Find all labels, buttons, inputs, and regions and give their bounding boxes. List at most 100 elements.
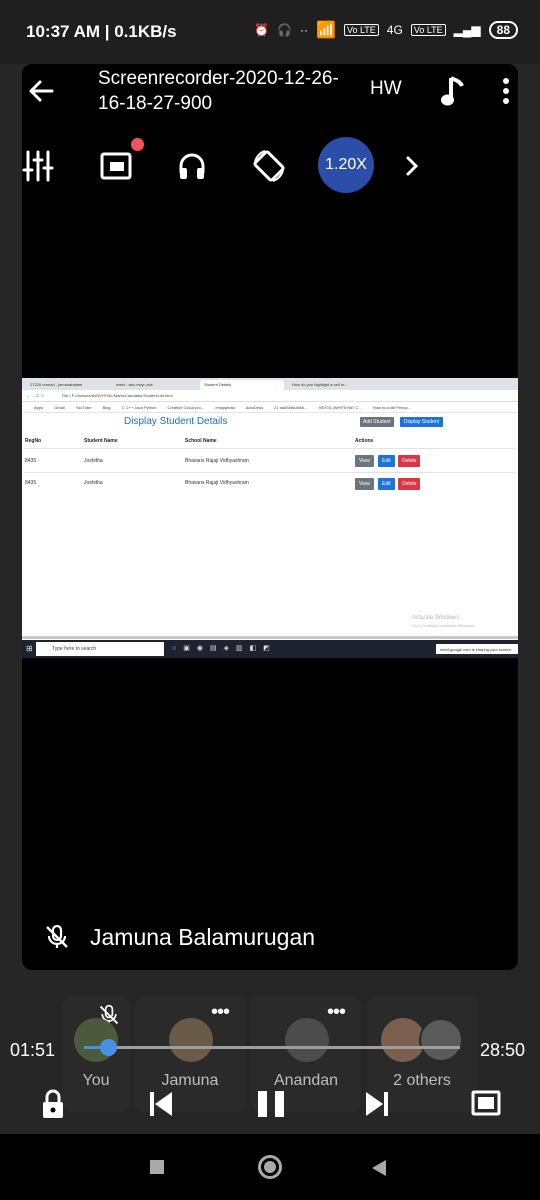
participant-name: Anandan: [273, 1072, 339, 1089]
hw-decoder-toggle[interactable]: HW: [370, 78, 402, 100]
bookmark-list: Apps Gmail YouTube Blog C C++ Java Pytho…: [34, 405, 421, 410]
taskbar-app-icons: ○▣◉▤◈▥◧◩: [172, 645, 277, 652]
participant-name: Jamuna: [161, 1072, 219, 1089]
screen-rotation-icon: [253, 150, 285, 182]
bookmark-item: Blog: [102, 405, 111, 410]
recents-icon[interactable]: [150, 1160, 164, 1174]
headphones-icon: [179, 153, 205, 179]
skip-next-icon[interactable]: [364, 1090, 390, 1118]
headset-icon: 🎧: [277, 23, 293, 37]
bookmark-item: How to code Penup...: [372, 405, 412, 410]
status-icons: ⏰ 🎧 ·· 📶 Vo LTE 4G Vo LTE ▂▄▆ 88: [254, 20, 518, 40]
picture-in-picture-icon: [100, 152, 132, 180]
speaker-name: Jamuna Balamurugan: [90, 924, 316, 950]
bookmark-item: Gmail: [54, 405, 65, 410]
rotate-screen-button[interactable]: [241, 130, 297, 202]
volte-badge-1: Vo LTE: [343, 24, 379, 36]
total-duration: 28:50: [480, 1040, 526, 1060]
volte-badge-2: Vo LTE: [410, 24, 446, 36]
add-student-button: Add Student: [360, 417, 394, 427]
signal-icon: ▂▄▆: [453, 23, 481, 37]
participant-name: You: [82, 1072, 110, 1089]
battery-indicator: 88: [488, 21, 518, 39]
view-button: View: [355, 455, 374, 467]
page-heading: Display Student Details: [124, 416, 228, 427]
bookmark-item: C C++ Java Python: [121, 405, 157, 410]
cell-regno: 8435: [25, 458, 37, 464]
browser-tab-active: Student Details: [200, 380, 284, 390]
horizontal-scrollbar: [22, 636, 518, 639]
watermark-line: Go to Settings to activate Windows.: [412, 623, 476, 628]
elapsed-time: 01:51: [10, 1040, 56, 1060]
pause-icon[interactable]: [256, 1090, 286, 1118]
status-time: 10:37 AM | 0.1KB/s: [26, 22, 177, 41]
participant-tile-you[interactable]: You: [62, 996, 130, 1112]
recorded-desktop: 27229 unread - jamunabalam meet - abc-mc…: [22, 378, 518, 658]
status-bar: 10:37 AM | 0.1KB/s ⏰ 🎧 ·· 📶 Vo LTE 4G Vo…: [0, 0, 540, 64]
home-icon[interactable]: [258, 1155, 282, 1179]
aspect-ratio-icon[interactable]: [471, 1090, 501, 1116]
bookmark-item: emojipedia: [215, 405, 235, 410]
edit-button: Edit: [378, 478, 395, 490]
lock-icon[interactable]: [40, 1088, 66, 1120]
bookmark-item: HEXTA (WHITEHAT C...: [318, 405, 362, 410]
screen-share-notice: meet.google.com is sharing your screen: [436, 644, 518, 654]
network-4g: 4G: [386, 23, 403, 37]
display-student-button: Display Student: [400, 417, 444, 427]
mic-off-icon: [46, 924, 68, 948]
video-title: Screenrecorder-2020-12-26-16-18-27-900: [98, 68, 339, 114]
equalizer-icon: [22, 150, 54, 182]
audio-only-button[interactable]: [164, 130, 220, 202]
windows-start-icon: ⊞: [26, 644, 33, 653]
cell-school: Bhavans Rajaji Vidhyashram: [185, 458, 249, 464]
popup-window-button[interactable]: [88, 130, 144, 202]
more-options-icon[interactable]: •••: [211, 1002, 230, 1022]
wifi-icon: 📶: [316, 22, 336, 39]
more-options-icon[interactable]: •••: [327, 1002, 346, 1022]
column-header: School Name: [185, 438, 217, 444]
windows-taskbar: ⊞ Type here to search ○▣◉▤◈▥◧◩ meet.goog…: [22, 640, 518, 658]
browser-tab: meet - abc-mcyr-zde: [116, 382, 153, 387]
more-tools-button[interactable]: [384, 130, 440, 202]
equalizer-button[interactable]: [10, 130, 66, 202]
music-note-icon[interactable]: [440, 74, 466, 108]
back-icon[interactable]: [370, 1158, 388, 1178]
skip-previous-icon[interactable]: [148, 1090, 174, 1118]
browser-tab: How do you highlight a cell in...: [292, 382, 348, 387]
home-icon-dot: [264, 1161, 276, 1173]
browser-tab: 27229 unread - jamunabalam: [30, 382, 83, 387]
cell-school: Bhavans Rajaji Vidhyashram: [185, 480, 249, 486]
nav-arrows-icon: ← → C ⓘ: [26, 393, 45, 398]
row-divider: [24, 448, 516, 449]
view-button: View: [355, 478, 374, 490]
address-text: File | F:/Jamuna/AWS/HTML/MarksCalculato…: [62, 393, 173, 398]
bookmark-item: YouTube: [75, 405, 92, 410]
edit-button: Edit: [378, 455, 395, 467]
avatar: [169, 1018, 213, 1062]
more-options-icon[interactable]: [502, 77, 510, 105]
record-indicator-dot: [131, 138, 144, 151]
cell-name: Joshitha: [84, 480, 103, 486]
chevron-right-icon: [406, 156, 419, 176]
watermark-line: Activate Windows: [412, 615, 460, 621]
bookmarks-bar: Apps Gmail YouTube Blog C C++ Java Pytho…: [22, 402, 518, 413]
more-notifications-icon: ··: [300, 23, 309, 37]
seek-handle[interactable]: [99, 1039, 117, 1056]
bookmark-item: 21 dakSkilsurMA...: [274, 405, 308, 410]
alarm-icon: ⏰: [254, 23, 270, 37]
playback-speed-button[interactable]: 1.20X: [318, 137, 374, 193]
participant-name: 2 others: [393, 1072, 451, 1089]
windows-watermark: Activate Windows Go to Settings to activ…: [412, 614, 475, 630]
delete-button: Delete: [398, 455, 421, 467]
back-arrow-icon[interactable]: [26, 76, 56, 106]
cell-name: Joshitha: [84, 458, 103, 464]
column-header: Student Name: [84, 438, 118, 444]
row-divider: [24, 472, 516, 473]
delete-button: Delete: [398, 478, 421, 490]
bookmark-item: Creative Cloud pro...: [167, 405, 205, 410]
bookmark-item: Apps: [34, 405, 44, 410]
seek-bar[interactable]: [84, 1046, 460, 1049]
avatar: [419, 1018, 463, 1062]
cell-regno: 8435: [25, 480, 37, 486]
browser-address-bar: ← → C ⓘ File | F:/Jamuna/AWS/HTML/MarksC…: [22, 390, 518, 402]
